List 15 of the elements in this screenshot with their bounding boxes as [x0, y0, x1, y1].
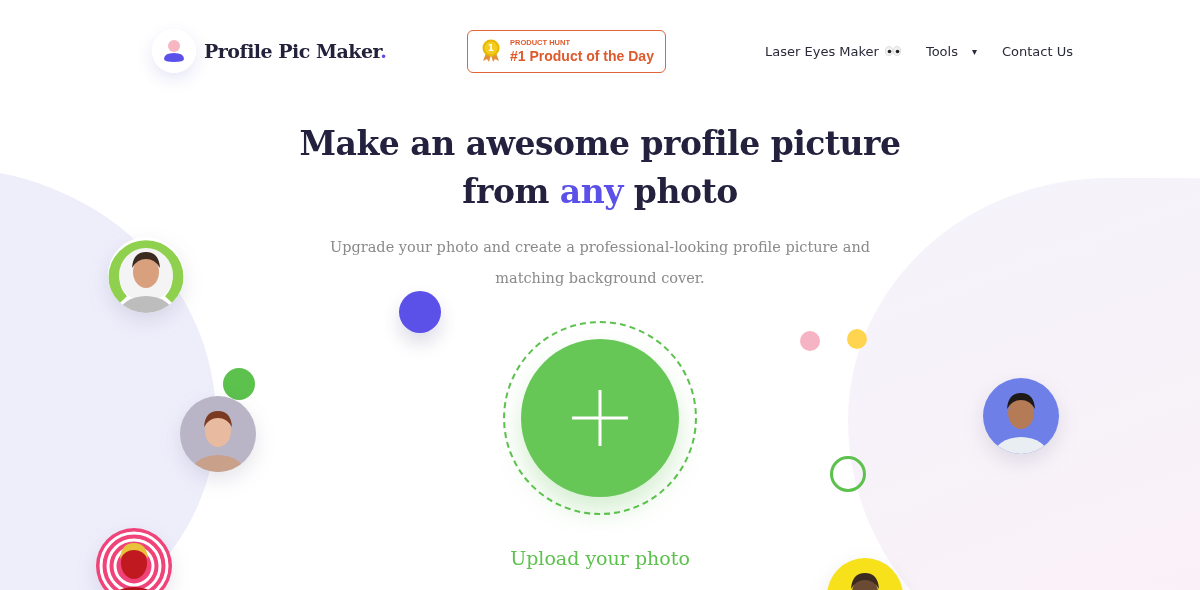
eyes-icon — [884, 46, 901, 56]
dot — [399, 291, 441, 333]
ring — [830, 456, 866, 492]
nav-link[interactable]: Laser Eyes Maker — [765, 43, 901, 59]
badge-title: #1 Product of the Day — [510, 47, 654, 65]
dot — [800, 331, 820, 351]
dot — [223, 368, 255, 400]
nav-link[interactable]: Contact Us — [1002, 43, 1073, 59]
nav-link[interactable]: Tools ▾ — [925, 43, 977, 59]
hero-title: Make an awesome profile picture from any photo — [299, 123, 901, 213]
site-logo[interactable]: Profile Pic Maker. — [204, 40, 387, 62]
dot — [847, 329, 867, 349]
plus-icon — [571, 389, 629, 447]
logo-icon — [152, 29, 196, 73]
hero-subtitle: Upgrade your photo and create a professional-looking profile picture and matching background cover. — [329, 238, 871, 288]
